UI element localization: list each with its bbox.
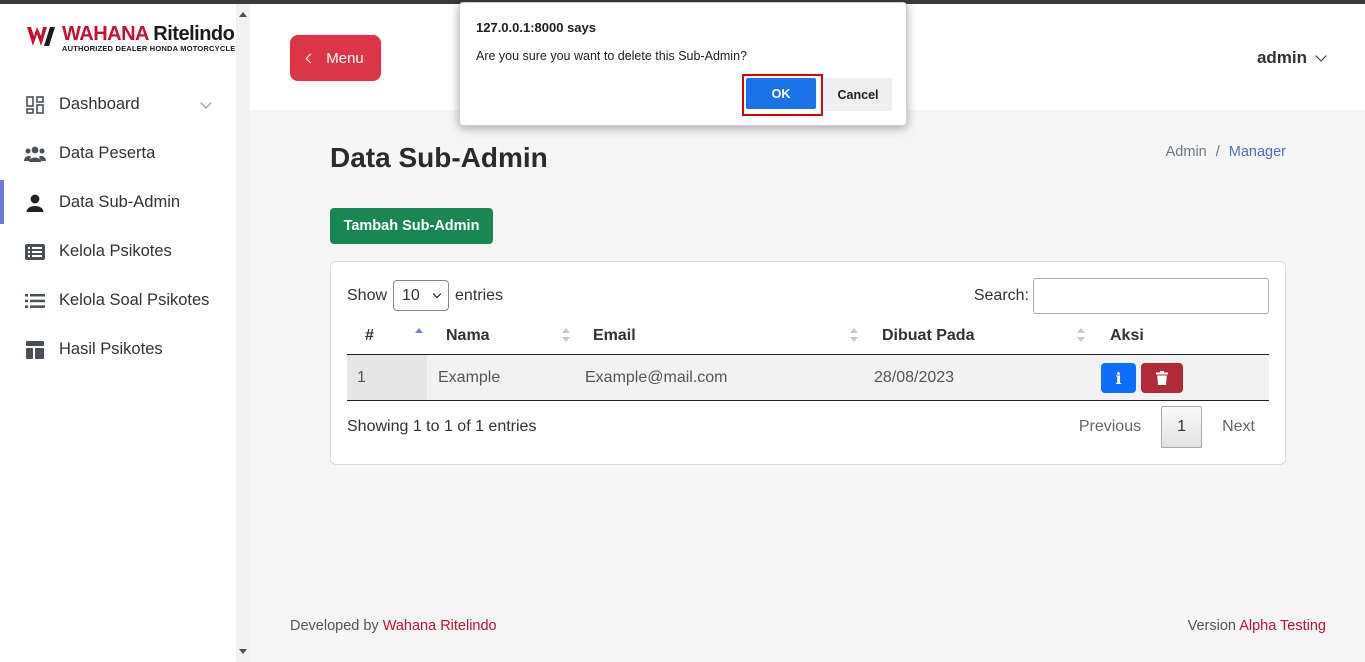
search-label: Search:	[973, 287, 1029, 304]
table-header: # Nama Email Dibuat Pada Aksi	[347, 318, 1269, 355]
pagination: Previous 1 Next	[1079, 406, 1255, 448]
sidebar-item-label: Hasil Psikotes	[59, 340, 163, 358]
brand-logo[interactable]: WAHANA Ritelindo AUTHORIZED DEALER HONDA…	[26, 24, 235, 53]
page-title: Data Sub-Admin	[330, 142, 548, 173]
column-header-email[interactable]: Email	[593, 327, 636, 345]
entries-select[interactable]: 10	[393, 280, 450, 311]
sidebar: WAHANA Ritelindo AUTHORIZED DEALER HONDA…	[0, 4, 236, 662]
add-sub-admin-button[interactable]: Tambah Sub-Admin	[330, 208, 493, 244]
sidebar-nav: Dashboard Data Peserta Data Sub-Admin Ke…	[0, 80, 236, 374]
info-icon: i	[1115, 368, 1122, 388]
wahana-logo-icon	[26, 24, 56, 50]
user-dropdown[interactable]: admin	[1256, 48, 1327, 68]
sort-ascending-icon	[415, 328, 423, 342]
brand-name: WAHANA Ritelindo	[62, 23, 235, 45]
sidebar-item-label: Kelola Psikotes	[59, 242, 172, 260]
dialog-message: Are you sure you want to delete this Sub…	[476, 49, 747, 63]
users-group-icon	[24, 144, 46, 164]
next-page-button[interactable]: Next	[1222, 418, 1255, 436]
entries-select-value: 10	[402, 286, 420, 304]
sidebar-item-data-sub-admin[interactable]: Data Sub-Admin	[0, 178, 236, 227]
cell-no: 1	[347, 355, 427, 400]
search-input[interactable]	[1033, 278, 1269, 314]
table-row: 1 Example Example@mail.com 28/08/2023 i	[347, 355, 1269, 401]
chevron-down-icon	[432, 289, 442, 299]
cell-dibuat-pada: 28/08/2023	[874, 369, 955, 386]
sidebar-scrollbar[interactable]	[236, 4, 250, 662]
sidebar-item-hasil-psikotes[interactable]: Hasil Psikotes	[0, 325, 236, 374]
breadcrumb-manager[interactable]: Manager	[1229, 144, 1286, 160]
page-1-button[interactable]: 1	[1161, 406, 1203, 448]
sidebar-item-dashboard[interactable]: Dashboard	[0, 80, 236, 129]
sidebar-item-kelola-psikotes[interactable]: Kelola Psikotes	[0, 227, 236, 276]
sidebar-item-label: Dashboard	[59, 95, 140, 113]
brand-tagline: AUTHORIZED DEALER HONDA MOTORCYCLE	[62, 44, 236, 53]
dialog-title: 127.0.0.1:8000 says	[476, 20, 596, 35]
datatable-card: Show 10 entries Search: # Nama Email Dib…	[330, 261, 1286, 465]
confirm-dialog: 127.0.0.1:8000 says Are you sure you wan…	[459, 2, 907, 126]
layout-icon	[24, 340, 46, 360]
delete-button[interactable]	[1141, 363, 1183, 393]
breadcrumb: Admin / Manager	[1166, 144, 1286, 160]
dashboard-grid-icon	[24, 95, 46, 115]
footer-version-link[interactable]: Alpha Testing	[1239, 618, 1326, 634]
sort-icon	[562, 328, 570, 342]
sub-admin-table: # Nama Email Dibuat Pada Aksi 1 Example …	[347, 318, 1269, 401]
footer-version-prefix: Version	[1187, 618, 1240, 634]
dialog-ok-button[interactable]: OK	[746, 78, 816, 109]
menu-button[interactable]: Menu	[290, 35, 381, 81]
scroll-down-arrow-icon[interactable]	[239, 649, 247, 654]
show-entries-control: Show 10 entries	[347, 280, 503, 311]
list-bullets-icon	[24, 291, 46, 311]
sidebar-item-kelola-soal-psikotes[interactable]: Kelola Soal Psikotes	[0, 276, 236, 325]
scroll-up-arrow-icon[interactable]	[239, 12, 247, 17]
sidebar-item-data-peserta[interactable]: Data Peserta	[0, 129, 236, 178]
chevron-left-icon	[305, 53, 316, 63]
previous-page-button[interactable]: Previous	[1079, 418, 1141, 436]
column-header-dibuat-pada[interactable]: Dibuat Pada	[882, 327, 974, 345]
sidebar-item-label: Data Sub-Admin	[59, 193, 181, 211]
footer-developer: Developed by Wahana Ritelindo	[290, 618, 497, 634]
footer-version: Version Alpha Testing	[1188, 618, 1326, 634]
column-header-no[interactable]: #	[365, 327, 374, 345]
column-header-aksi: Aksi	[1110, 327, 1144, 344]
sidebar-item-label: Kelola Soal Psikotes	[59, 291, 210, 309]
dialog-cancel-button[interactable]: Cancel	[824, 78, 892, 111]
entries-label: entries	[455, 286, 504, 304]
menu-button-label: Menu	[326, 49, 364, 67]
sort-icon	[1077, 328, 1085, 342]
footer-developer-prefix: Developed by	[290, 618, 383, 634]
info-button[interactable]: i	[1101, 363, 1136, 393]
column-header-nama[interactable]: Nama	[446, 327, 490, 345]
sidebar-item-label: Data Peserta	[59, 144, 156, 162]
cell-email: Example@mail.com	[585, 369, 728, 386]
list-card-icon	[24, 242, 46, 262]
chevron-down-icon	[200, 97, 212, 109]
table-info: Showing 1 to 1 of 1 entries	[347, 418, 537, 435]
breadcrumb-admin[interactable]: Admin	[1166, 144, 1207, 160]
show-label: Show	[347, 286, 388, 304]
chevron-down-icon	[1315, 50, 1327, 62]
footer-developer-link[interactable]: Wahana Ritelindo	[383, 618, 497, 634]
trash-icon	[1156, 371, 1168, 385]
cell-nama: Example	[438, 369, 501, 386]
sort-icon	[850, 328, 858, 342]
breadcrumb-separator: /	[1215, 144, 1220, 160]
user-icon	[24, 193, 46, 213]
user-name: admin	[1256, 48, 1307, 67]
search-control: Search:	[974, 278, 1269, 314]
